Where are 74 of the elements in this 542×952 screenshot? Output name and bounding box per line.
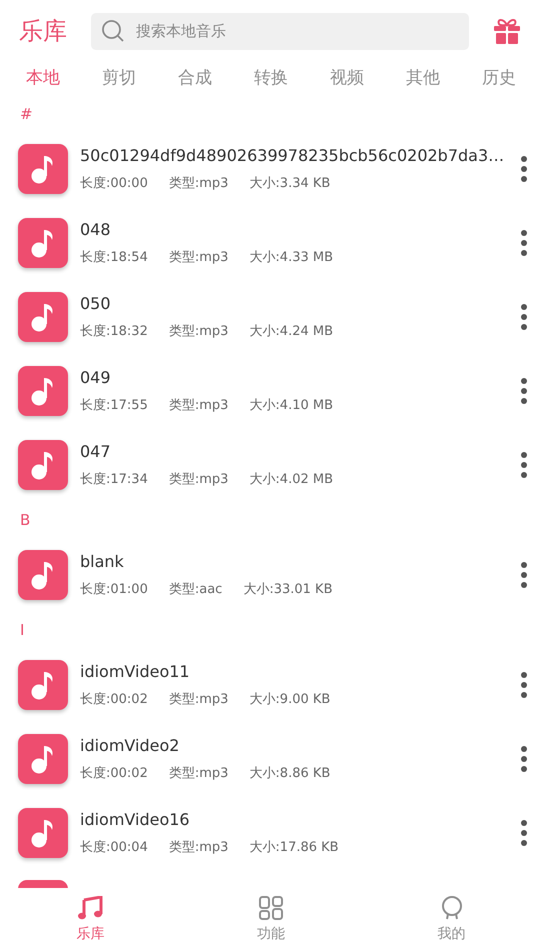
tab[interactable]: 视频 — [330, 66, 364, 92]
more-icon[interactable] — [520, 229, 528, 257]
more-icon[interactable] — [520, 451, 528, 479]
track-type: 类型:mp3 — [168, 691, 228, 710]
track-size: 大小:17.86 KB — [249, 839, 339, 858]
search-icon — [101, 18, 125, 42]
track-size: 大小:4.33 MB — [249, 249, 334, 268]
track-length: 长度:18:32 — [80, 323, 148, 342]
tab[interactable]: 本地 — [26, 66, 60, 92]
track-size: 大小:3.34 KB — [249, 175, 330, 194]
track-length: 长度:18:54 — [80, 249, 148, 268]
nav-tab[interactable]: 我的 — [412, 896, 492, 944]
more-icon[interactable] — [520, 155, 528, 183]
track-type: 类型:mp3 — [168, 471, 228, 490]
track-row[interactable]: blank 长度:01:00 类型:aac 大小:33.01 KB — [0, 538, 542, 612]
section-letter: B — [20, 510, 30, 531]
track-length: 长度:00:04 — [80, 839, 148, 858]
track-type: 类型:mp3 — [168, 323, 228, 342]
track-row[interactable]: 048 长度:18:54 类型:mp3 大小:4.33 MB — [0, 206, 542, 280]
track-size: 大小:4.24 MB — [249, 323, 334, 342]
track-size: 大小:8.86 KB — [249, 765, 330, 784]
track-length: 长度:01:00 — [80, 581, 148, 600]
track-row[interactable]: 047 长度:17:34 类型:mp3 大小:4.02 MB — [0, 428, 542, 502]
track-type: 类型:mp3 — [168, 765, 228, 784]
track-size: 大小:4.02 MB — [249, 471, 334, 490]
track-size: 大小:4.10 MB — [249, 397, 334, 416]
tab[interactable]: 历史 — [482, 66, 516, 92]
gift-icon[interactable] — [493, 17, 521, 45]
more-icon[interactable] — [520, 745, 528, 773]
nav-tab[interactable]: 乐库 — [50, 896, 130, 944]
grid-icon — [258, 896, 283, 920]
track-name: blank — [80, 551, 125, 574]
more-icon[interactable] — [520, 377, 528, 405]
track-name: 049 — [80, 367, 112, 390]
track-length: 长度:00:00 — [80, 175, 148, 194]
track-type: 类型:mp3 — [168, 839, 228, 858]
section-letter: I — [20, 620, 24, 641]
track-size: 大小:33.01 KB — [243, 581, 332, 600]
badge-icon — [440, 896, 463, 920]
track-name: 50c01294df9d48902639978235bcb56c0202b7da3… — [80, 145, 506, 168]
track-name: 048 — [80, 219, 112, 242]
track-length: 长度:00:02 — [80, 691, 148, 710]
tab[interactable]: 剪切 — [102, 66, 136, 92]
track-name: 047 — [80, 441, 112, 464]
track-row[interactable]: idiomVideo2 长度:00:02 类型:mp3 大小:8.86 KB — [0, 722, 542, 796]
track-size: 大小:9.00 KB — [249, 691, 330, 710]
search-field[interactable]: 搜索本地音乐 — [91, 12, 469, 50]
section-letter: # — [20, 104, 33, 125]
track-name: idiomVideo2 — [80, 735, 180, 758]
track-row[interactable]: 50c01294df9d48902639978235bcb56c0202b7da3… 长度:00:00 类型:mp3 大小:3.34 KB — [0, 132, 542, 206]
page-title: 乐库 — [19, 16, 67, 47]
nav-tab[interactable]: 功能 — [230, 896, 311, 944]
track-type: 类型:mp3 — [168, 397, 228, 416]
track-row[interactable]: 049 长度:17:55 类型:mp3 大小:4.10 MB — [0, 354, 542, 428]
more-icon[interactable] — [520, 671, 528, 699]
track-length: 长度:17:55 — [80, 397, 148, 416]
tab[interactable]: 合成 — [178, 66, 212, 92]
track-row[interactable]: idiomVideo16 长度:00:04 类型:mp3 大小:17.86 KB — [0, 796, 542, 870]
more-icon[interactable] — [520, 819, 528, 847]
track-row[interactable]: idiomVideo11 长度:00:02 类型:mp3 大小:9.00 KB — [0, 648, 542, 722]
track-length: 长度:17:34 — [80, 471, 148, 490]
tab[interactable]: 其他 — [406, 66, 440, 92]
track-name: idiomVideo11 — [80, 661, 191, 684]
track-row[interactable]: 050 长度:18:32 类型:mp3 大小:4.24 MB — [0, 280, 542, 354]
track-name: idiomVideo16 — [80, 809, 191, 832]
more-icon[interactable] — [520, 561, 528, 589]
more-icon[interactable] — [520, 303, 528, 331]
track-name: 050 — [80, 293, 112, 316]
track-type: 类型:aac — [168, 581, 222, 600]
track-type: 类型:mp3 — [168, 249, 228, 268]
tab[interactable]: 转换 — [254, 66, 288, 92]
track-length: 长度:00:02 — [80, 765, 148, 784]
music-notes-icon — [77, 896, 104, 920]
track-type: 类型:mp3 — [168, 175, 228, 194]
